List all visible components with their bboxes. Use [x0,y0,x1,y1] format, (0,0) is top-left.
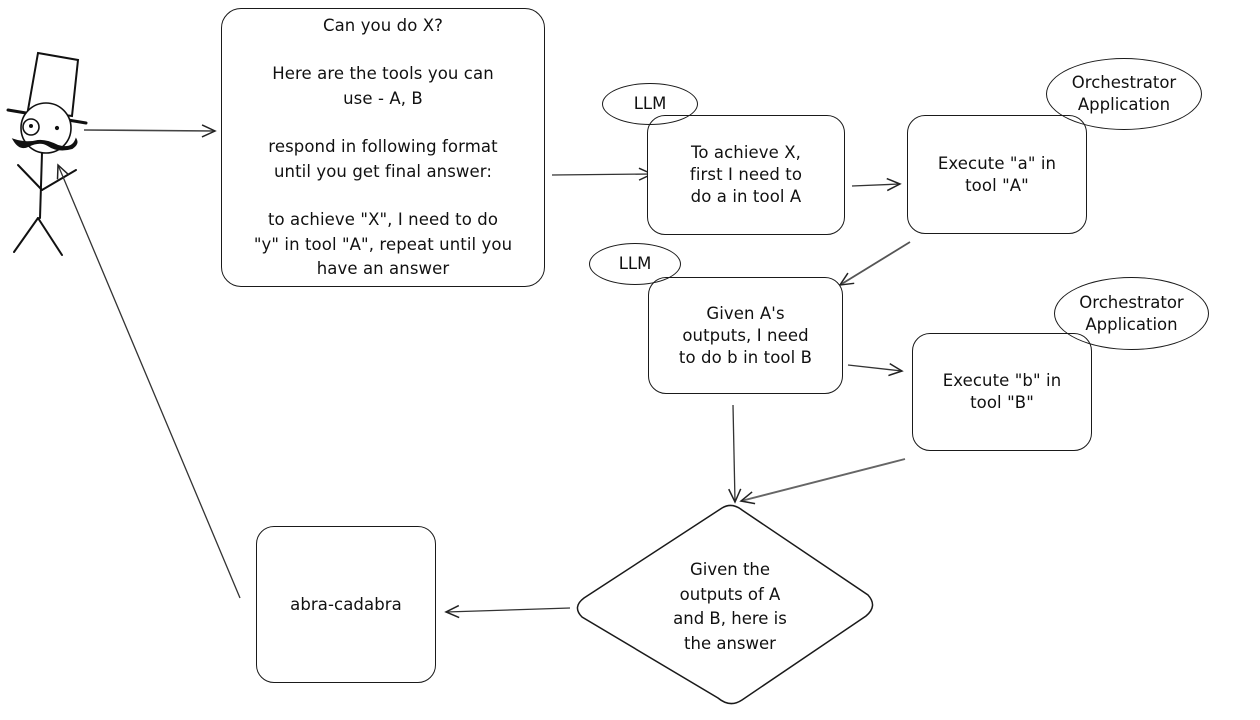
prompt-text: Can you do X? Here are the tools you can… [254,14,512,282]
orchestrator-step-2-line: tool "B" [970,393,1034,412]
arrow-orch1-to-llm2 [838,241,911,286]
prompt-line: respond in following format [268,137,498,156]
llm-step-2-box: Given A's outputs, I need to do b in too… [648,277,843,394]
orchestrator-tag-2-line: Application [1085,314,1178,334]
orchestrator-tag-1-line: Orchestrator [1071,73,1177,92]
final-decision-line: Given the [689,560,771,579]
llm-tag-2: LLM [589,243,681,285]
answer-label: abra-cadabra [290,594,402,614]
prompt-line: Here are the tools you can [272,64,494,83]
orchestrator-step-1-line: tool "A" [965,175,1029,195]
final-decision-text: Given the outputs of A and B, here is th… [625,558,835,656]
orchestrator-tag-2: Orchestrator Application [1054,277,1209,350]
llm-step-1-box: To achieve X, first I need to do a in to… [647,115,845,235]
orchestrator-step-2-line: Execute "b" in [942,371,1062,390]
llm-step-2-line: outputs, I need [682,325,809,345]
arrow-llm2-to-orch2 [847,362,904,377]
arrow-orch2-to-decision [739,458,906,505]
llm-tag-2-label: LLM [618,254,652,273]
prompt-line: Can you do X? [322,15,444,35]
orchestrator-step-1-box: Execute "a" in tool "A" [907,115,1087,234]
llm-step-1-line: do a in tool A [690,187,802,206]
final-decision-line: outputs of A [679,584,781,604]
answer-box: abra-cadabra [256,526,436,683]
llm-tag-1: LLM [602,83,698,125]
orchestrator-step-1-line: Execute "a" in [937,153,1057,173]
arrow-user-to-prompt [83,124,217,138]
llm-tag-1-label: LLM [633,94,667,113]
arrow-decision-to-answer [444,604,571,619]
llm-step-1-line: first I need to [689,165,803,184]
llm-step-1-line: To achieve X, [690,143,801,162]
prompt-box: Can you do X? Here are the tools you can… [221,8,545,287]
orchestrator-tag-1: Orchestrator Application [1046,58,1202,130]
arrow-llm1-to-orch1 [851,177,902,192]
prompt-line: use - A, B [343,88,423,108]
arrow-prompt-to-llm1 [551,167,654,181]
final-decision-line: and B, here is [673,609,787,628]
arrow-answer-to-user [56,163,241,599]
llm-step-2-line: to do b in tool B [678,347,813,367]
final-decision-line: the answer [684,633,776,653]
prompt-line: have an answer [316,259,450,278]
prompt-line: "y" in tool "A", repeat until you [253,234,513,254]
orchestrator-step-2-box: Execute "b" in tool "B" [912,333,1092,451]
orchestrator-tag-1-line: Application [1077,95,1171,114]
arrow-llm2-to-decision [728,404,742,504]
stick-figure-icon [6,51,88,256]
orchestrator-tag-2-line: Orchestrator [1079,292,1184,312]
llm-step-2-line: Given A's [706,303,785,323]
prompt-line: to achieve "X", I need to do [267,210,499,229]
prompt-line: until you get final answer: [273,161,493,181]
